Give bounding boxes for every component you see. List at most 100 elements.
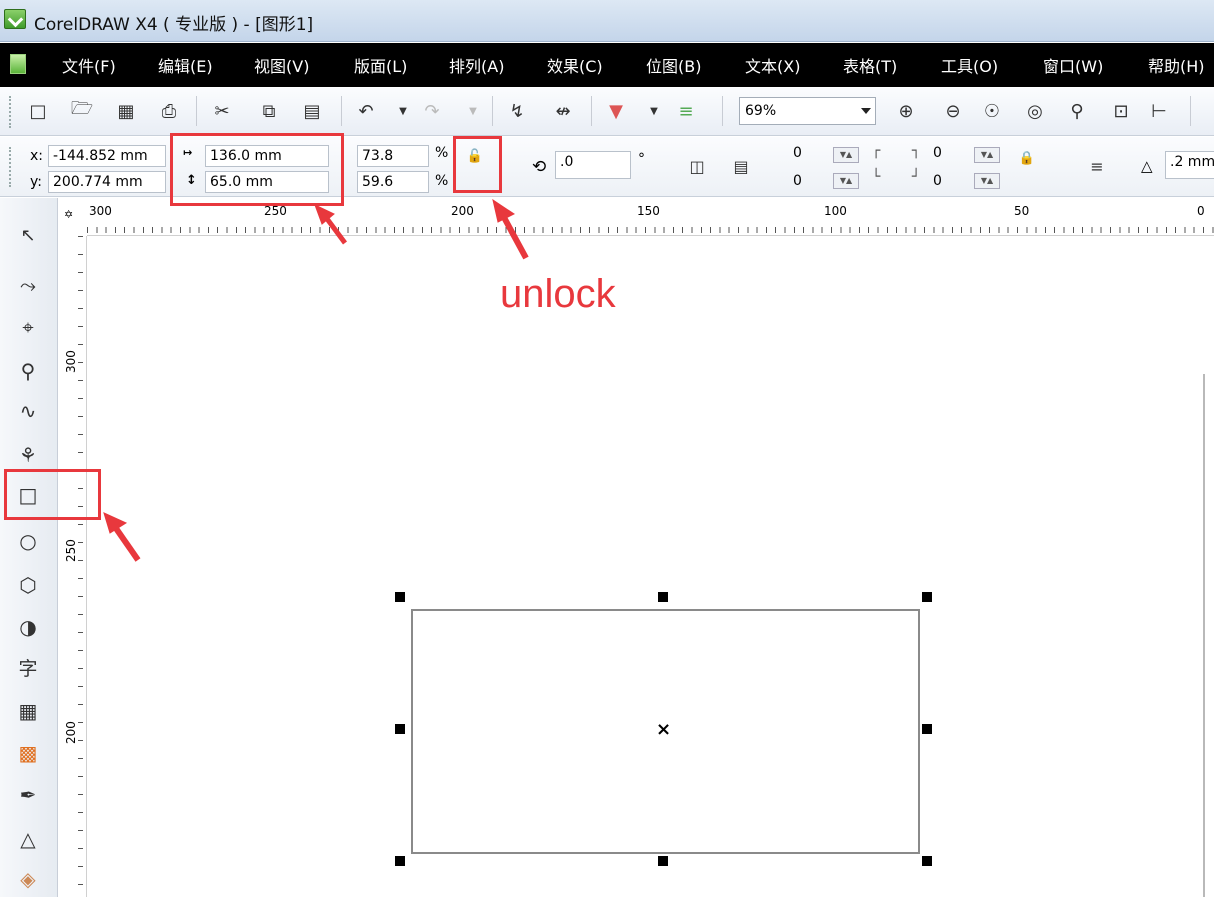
menu-arrange[interactable]: 排列(A) [449, 53, 504, 77]
x-label: x: [30, 148, 44, 164]
zoom-page-icon[interactable]: ⚲ [1066, 100, 1088, 122]
title-bar: CorelDRAW X4 ( 专业版 ) - [图形1] [0, 0, 1214, 42]
menu-bitmaps[interactable]: 位图(B) [646, 53, 701, 77]
corner-bracket-icon: ┘ [912, 169, 921, 185]
print-icon[interactable]: ⎙ [158, 100, 180, 122]
ruler-origin-icon[interactable]: ✡ [60, 198, 87, 236]
zoom-height-icon[interactable]: ⊢ [1148, 100, 1170, 122]
export-icon[interactable]: ↮ [552, 100, 574, 122]
eyedropper-tool-icon[interactable]: ✒ [14, 782, 42, 808]
selection-handle-top[interactable] [658, 592, 668, 602]
menu-edit[interactable]: 编辑(E) [158, 53, 213, 77]
corner-bottom-right-value[interactable]: 0 [933, 173, 942, 189]
corner-bottom-left-value[interactable]: 0 [793, 173, 802, 189]
document-icon[interactable] [10, 54, 26, 74]
import-icon[interactable]: ↯ [506, 100, 528, 122]
zoom-selection-icon[interactable]: ☉ [981, 100, 1003, 122]
paste-icon[interactable]: ▤ [301, 100, 323, 122]
menu-tools[interactable]: 工具(O) [941, 53, 998, 77]
menu-window[interactable]: 窗口(W) [1043, 53, 1103, 77]
corner-bottom-left-stepper[interactable]: ▼▲ [833, 173, 859, 189]
lock-ratio-highlight [453, 136, 502, 193]
ruler-label: 300 [89, 204, 112, 218]
selection-handle-bottom[interactable] [658, 856, 668, 866]
menu-text[interactable]: 文本(X) [745, 53, 800, 77]
rectangle-tool-highlight [4, 469, 101, 520]
selection-handle-right[interactable] [922, 724, 932, 734]
open-icon[interactable]: 🗁 [71, 98, 93, 122]
coreldraw-app-icon[interactable] [4, 9, 26, 29]
menu-view[interactable]: 视图(V) [254, 53, 309, 77]
rotation-angle-field[interactable]: .0 [555, 151, 631, 179]
pick-tool-icon[interactable]: ↖ [14, 222, 42, 248]
toolbar-separator [722, 96, 723, 126]
shape-tool-icon[interactable]: ⤳ [14, 272, 42, 298]
scale-y-percent: % [435, 173, 449, 189]
y-label: y: [30, 174, 42, 190]
zoom-all-icon[interactable]: ◎ [1024, 100, 1046, 122]
scale-x-field[interactable]: 73.8 [357, 145, 429, 167]
basic-shapes-tool-icon[interactable]: ◑ [14, 614, 42, 640]
corner-top-left-stepper[interactable]: ▼▲ [833, 147, 859, 163]
lock-corners-icon[interactable]: 🔒 [1016, 147, 1038, 169]
zoom-width-icon[interactable]: ⊡ [1110, 100, 1132, 122]
menu-table[interactable]: 表格(T) [843, 53, 897, 77]
selection-handle-bottom-right[interactable] [922, 856, 932, 866]
scale-x-percent: % [435, 145, 449, 161]
y-position-field[interactable]: 200.774 mm [48, 171, 166, 193]
welcome-screen-icon[interactable]: ≡ [675, 100, 697, 122]
fill-tool-icon[interactable]: ◈ [14, 866, 42, 892]
propertybar-grip[interactable] [9, 147, 12, 187]
toolbar-separator [1190, 96, 1191, 126]
scale-y-field[interactable]: 59.6 [357, 171, 429, 193]
toolbar-grip[interactable] [9, 96, 12, 128]
mirror-vertical-icon[interactable]: ▤ [730, 155, 752, 177]
undo-icon[interactable]: ↶ [355, 100, 377, 122]
redo-icon[interactable]: ↷ [421, 100, 443, 122]
menu-file[interactable]: 文件(F) [62, 53, 116, 77]
center-marker-icon[interactable]: × [656, 719, 671, 740]
ellipse-tool-icon[interactable]: ○ [14, 528, 42, 554]
polygon-tool-icon[interactable]: ⬡ [14, 572, 42, 598]
selection-handle-top-left[interactable] [395, 592, 405, 602]
interactive-blend-tool-icon[interactable]: ▩ [14, 740, 42, 766]
menu-layout[interactable]: 版面(L) [354, 53, 407, 77]
wrap-text-icon[interactable]: ≡ [1086, 155, 1108, 177]
outline-width-field[interactable]: .2 mm [1165, 151, 1214, 179]
redo-dropdown-icon[interactable]: ▼ [462, 100, 484, 122]
chevron-down-icon[interactable] [861, 108, 871, 114]
corner-bottom-right-stepper[interactable]: ▼▲ [974, 173, 1000, 189]
menu-effects[interactable]: 效果(C) [547, 53, 603, 77]
zoom-in-icon[interactable]: ⊕ [895, 100, 917, 122]
new-icon[interactable]: □ [27, 100, 49, 122]
table-tool-icon[interactable]: ▦ [14, 698, 42, 724]
menu-help[interactable]: 帮助(H) [1148, 53, 1205, 77]
standard-toolbar: □ 🗁 ▦ ⎙ ✂ ⧉ ▤ ↶ ▼ ↷ ▼ ↯ ↮ ▼ ▼ ≡ ⊕ ⊖ ☉ ◎ … [0, 88, 1214, 136]
vertical-ruler[interactable]: 300 250 200 [60, 236, 87, 897]
zoom-out-icon[interactable]: ⊖ [942, 100, 964, 122]
application-launcher-icon[interactable]: ▼ [605, 100, 627, 122]
crop-tool-icon[interactable]: ⌖ [14, 314, 42, 340]
selection-handle-bottom-left[interactable] [395, 856, 405, 866]
selection-handle-left[interactable] [395, 724, 405, 734]
launcher-dropdown-icon[interactable]: ▼ [643, 100, 665, 122]
toolbar-separator [196, 96, 197, 126]
freehand-tool-icon[interactable]: ∿ [14, 398, 42, 424]
corner-top-right-value[interactable]: 0 [933, 145, 942, 161]
text-tool-icon[interactable]: 字 [14, 654, 42, 680]
corner-bracket-icon: └ [872, 169, 881, 185]
selection-handle-top-right[interactable] [922, 592, 932, 602]
x-position-field[interactable]: -144.852 mm [48, 145, 166, 167]
smart-fill-tool-icon[interactable]: ⚘ [14, 442, 42, 468]
undo-dropdown-icon[interactable]: ▼ [392, 100, 414, 122]
zoom-tool-icon[interactable]: ⚲ [14, 358, 42, 384]
copy-icon[interactable]: ⧉ [258, 100, 280, 122]
zoom-level-select[interactable]: 69% [739, 97, 876, 125]
corner-top-left-value[interactable]: 0 [793, 145, 802, 161]
outline-tool-icon[interactable]: △ [14, 826, 42, 852]
ruler-label: 50 [1014, 204, 1030, 218]
save-icon[interactable]: ▦ [115, 100, 137, 122]
cut-icon[interactable]: ✂ [211, 100, 233, 122]
mirror-horizontal-icon[interactable]: ◫ [686, 155, 708, 177]
corner-top-right-stepper[interactable]: ▼▲ [974, 147, 1000, 163]
